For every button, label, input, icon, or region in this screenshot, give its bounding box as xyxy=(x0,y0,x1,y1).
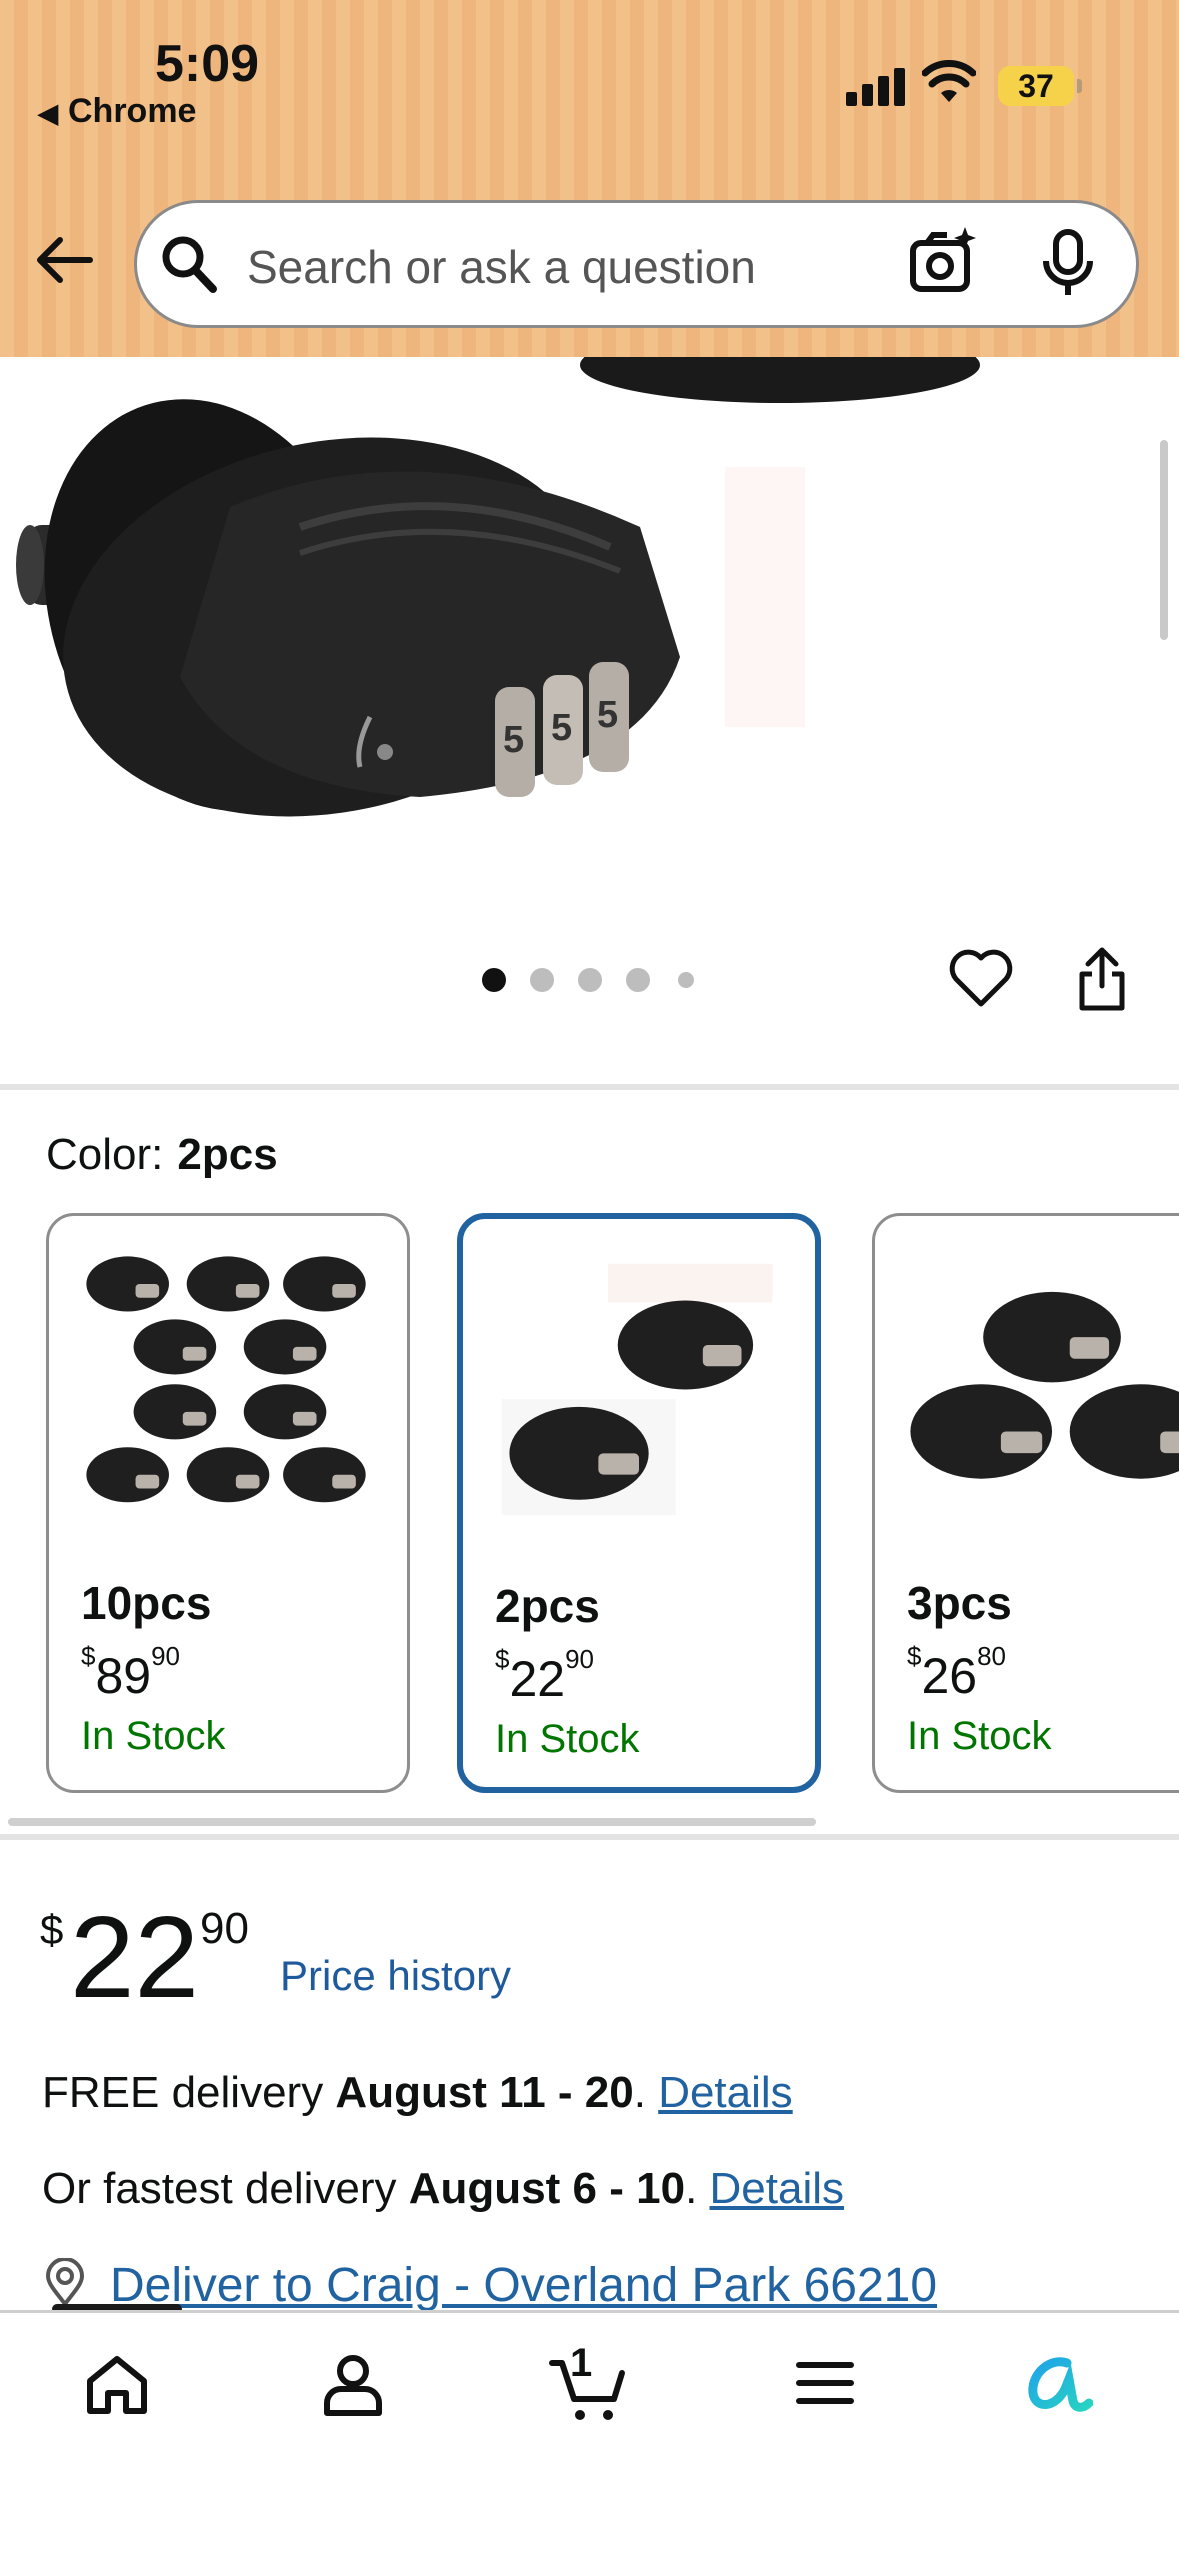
option-name: 3pcs xyxy=(907,1577,1012,1629)
carousel-dots[interactable] xyxy=(482,968,712,994)
price-whole: 22 xyxy=(70,1892,200,2022)
menu-icon[interactable] xyxy=(795,2353,855,2413)
carousel-dot[interactable] xyxy=(578,968,602,992)
carousel-dot[interactable] xyxy=(626,968,650,992)
fastest-delivery-details-link[interactable]: Details xyxy=(710,2164,845,2213)
carousel-dot[interactable] xyxy=(482,968,506,992)
search-icon xyxy=(162,236,217,293)
carousel-dot[interactable] xyxy=(678,972,694,988)
wifi-icon xyxy=(922,60,976,102)
search-bar[interactable]: Search or ask a question xyxy=(134,200,1139,328)
option-price: $8990 xyxy=(81,1641,181,1704)
color-option-2pcs[interactable]: 2pcs $2290 In Stock xyxy=(457,1213,821,1793)
section-divider xyxy=(0,1084,1179,1090)
svg-text:5: 5 xyxy=(503,719,524,761)
option-stock-status: In Stock xyxy=(495,1717,640,1761)
horizontal-scroll-indicator xyxy=(8,1818,816,1826)
cart-button[interactable]: 1 xyxy=(548,2341,628,2428)
color-option-10pcs[interactable]: 10pcs $8990 In Stock xyxy=(46,1213,410,1793)
section-divider xyxy=(0,1834,1179,1840)
rufus-icon[interactable] xyxy=(1025,2353,1093,2417)
cellular-signal-icon xyxy=(846,62,906,106)
bottom-tab-bar: 1 xyxy=(0,2310,1179,2559)
color-option-3pcs[interactable]: 3pcs $2680 In Stock xyxy=(872,1213,1179,1793)
vertical-scroll-indicator xyxy=(1160,440,1168,640)
back-triangle-icon: ◀ xyxy=(38,98,58,128)
status-time: 5:09 xyxy=(155,35,260,93)
fastest-delivery-dates: August 6 - 10 xyxy=(408,2164,686,2213)
option-image xyxy=(910,1291,1179,1479)
deliver-to-text: Deliver to Craig - Overland Park 66210 xyxy=(110,2259,938,2312)
home-icon[interactable] xyxy=(84,2353,150,2417)
price-history-link[interactable]: Price history xyxy=(280,1952,511,2000)
share-icon[interactable] xyxy=(1076,946,1128,1012)
color-selection-label: Color: 2pcs xyxy=(46,1130,278,1180)
option-stock-status: In Stock xyxy=(81,1714,226,1758)
back-arrow-icon[interactable] xyxy=(34,235,94,285)
price-symbol: $ xyxy=(40,1906,64,1953)
option-price: $2290 xyxy=(495,1644,595,1707)
option-image xyxy=(86,1256,366,1503)
account-icon[interactable] xyxy=(322,2353,384,2417)
option-image xyxy=(501,1263,773,1516)
camera-icon[interactable] xyxy=(907,225,979,297)
option-price: $2680 xyxy=(907,1641,1007,1704)
option-name: 2pcs xyxy=(495,1580,600,1632)
microphone-icon[interactable] xyxy=(1040,229,1096,299)
free-delivery-details-link[interactable]: Details xyxy=(658,2068,793,2117)
header-bar: 5:09 ◀ Chrome 37 Search or ask a question xyxy=(0,0,1179,357)
carousel-dot[interactable] xyxy=(530,968,554,992)
price-fraction: 90 xyxy=(200,1904,249,1953)
svg-text:5: 5 xyxy=(597,694,618,736)
free-delivery-line: FREE delivery August 11 - 20. Details xyxy=(42,2068,793,2117)
heart-icon[interactable] xyxy=(948,948,1014,1008)
back-app-label: Chrome xyxy=(68,92,197,130)
color-label-text: Color: xyxy=(46,1130,164,1179)
battery-indicator: 37 xyxy=(998,66,1082,106)
search-input[interactable]: Search or ask a question xyxy=(247,240,756,294)
color-selected-value: 2pcs xyxy=(177,1130,278,1179)
free-delivery-dates: August 11 - 20 xyxy=(335,2068,634,2117)
location-pin-icon xyxy=(45,2258,85,2308)
option-stock-status: In Stock xyxy=(907,1714,1052,1758)
svg-text:5: 5 xyxy=(551,707,572,749)
option-name: 10pcs xyxy=(81,1577,212,1629)
back-to-app-link[interactable]: ◀ Chrome xyxy=(38,92,196,131)
fastest-delivery-line: Or fastest delivery August 6 - 10. Detai… xyxy=(42,2164,845,2213)
cart-count-badge: 1 xyxy=(570,2341,593,2385)
